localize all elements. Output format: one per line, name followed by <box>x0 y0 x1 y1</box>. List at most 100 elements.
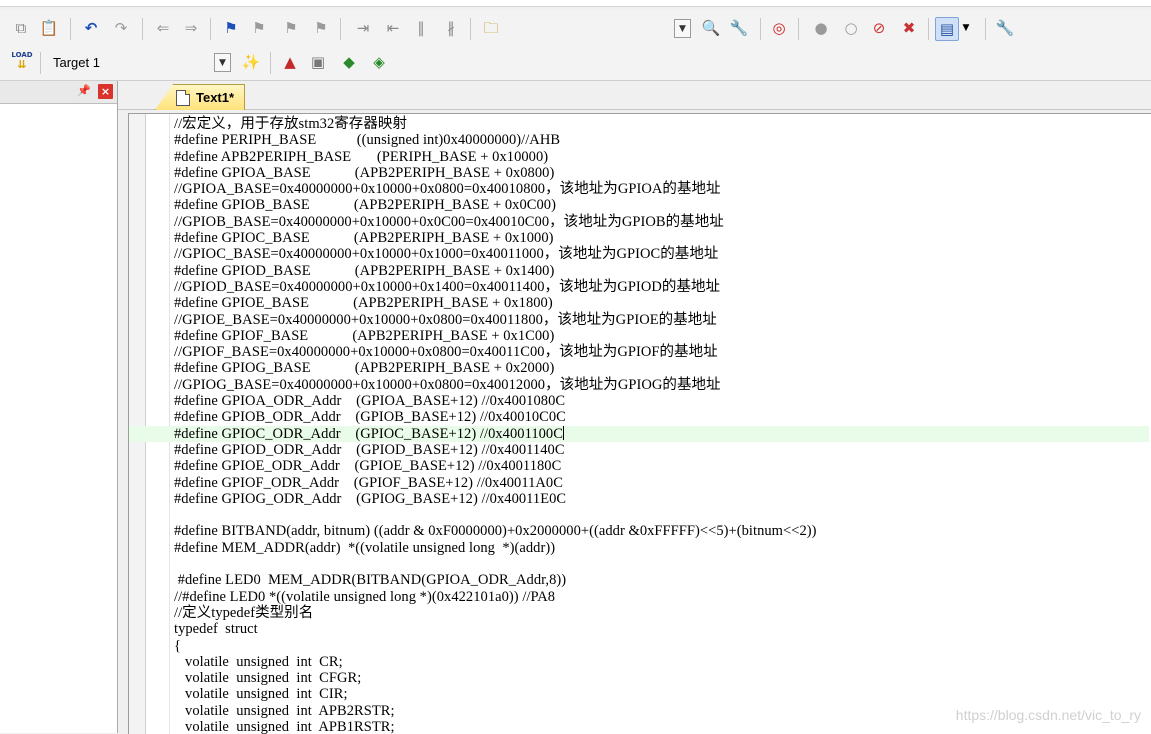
code-line[interactable]: //#define LED0 *((volatile unsigned long… <box>174 589 1149 605</box>
incremental-find-icon[interactable]: 🔧 <box>728 17 750 39</box>
navigate-back-icon[interactable]: ⇐ <box>152 17 174 39</box>
manage-components-icon[interactable]: ▲ <box>279 51 301 73</box>
navigate-forward-icon[interactable]: ⇒ <box>180 17 202 39</box>
code-line[interactable]: #define GPIOF_ODR_Addr (GPIOF_BASE+12) /… <box>174 475 1149 491</box>
code-line[interactable]: //GPIOD_BASE=0x40000000+0x10000+0x1400=0… <box>174 279 1149 295</box>
toolbar-separator <box>340 18 341 40</box>
clear-bookmarks-icon[interactable]: ⚑ <box>310 17 332 39</box>
code-line[interactable]: #define GPIOE_ODR_Addr (GPIOE_BASE+12) /… <box>174 458 1149 474</box>
file-extensions-icon[interactable]: ▣ <box>307 51 329 73</box>
code-line[interactable]: //GPIOA_BASE=0x40000000+0x10000+0x0800=0… <box>174 181 1149 197</box>
code-line[interactable]: #define GPIOB_ODR_Addr (GPIOB_BASE+12) /… <box>174 409 1149 425</box>
editor-area: Text1* //宏定义，用于存放stm32寄存器映射 #define PERIP… <box>118 81 1151 734</box>
pack-installer-icon[interactable]: ◈ <box>368 51 390 73</box>
next-bookmark-icon[interactable]: ⚑ <box>280 17 302 39</box>
project-pane-header: 📌 × <box>0 81 117 104</box>
code-line[interactable]: #define GPIOE_BASE (APB2PERIPH_BASE + 0x… <box>174 295 1149 311</box>
code-line[interactable]: //宏定义，用于存放stm32寄存器映射 <box>174 116 1149 132</box>
enable-breakpoint-icon[interactable]: ○ <box>840 17 862 39</box>
code-line[interactable]: //GPIOC_BASE=0x40000000+0x10000+0x1000=0… <box>174 246 1149 262</box>
code-line[interactable]: #define GPIOC_ODR_Addr (GPIOC_BASE+12) /… <box>129 425 1149 442</box>
unindent-icon[interactable]: ⇤ <box>382 17 404 39</box>
close-icon[interactable]: × <box>98 84 113 99</box>
code-line[interactable]: //GPIOF_BASE=0x40000000+0x10000+0x0800=0… <box>174 344 1149 360</box>
undo-icon[interactable]: ↶ <box>80 17 102 39</box>
code-line[interactable]: #define MEM_ADDR(addr) *((volatile unsig… <box>174 540 1149 556</box>
code-line[interactable]: #define GPIOG_BASE (APB2PERIPH_BASE + 0x… <box>174 360 1149 376</box>
kill-breakpoints-icon[interactable]: ✖ <box>898 17 920 39</box>
toolbar-separator <box>40 52 41 74</box>
code-line[interactable]: #define GPIOA_BASE (APB2PERIPH_BASE + 0x… <box>174 165 1149 181</box>
find-icon[interactable]: 🔍 <box>700 17 722 39</box>
toolbar-separator <box>798 18 799 40</box>
editor-tab-strip: Text1* <box>118 81 1151 110</box>
code-line[interactable]: volatile unsigned int CIR; <box>174 686 1149 702</box>
insert-breakpoint-icon[interactable]: ● <box>810 17 832 39</box>
window-top-edge <box>0 0 1151 7</box>
build-toolbar: LOAD ⇊ Target 1 ▼ ✨ ▲ ▣ ◆ ◈ <box>0 46 1151 81</box>
pin-icon[interactable]: 📌 <box>77 84 91 97</box>
code-line[interactable] <box>174 507 1149 523</box>
code-line[interactable] <box>174 556 1149 572</box>
paste-icon[interactable]: 📋 <box>38 17 60 39</box>
toolbar-separator <box>760 18 761 40</box>
redo-icon[interactable]: ↷ <box>110 17 132 39</box>
code-line[interactable]: #define GPIOB_BASE (APB2PERIPH_BASE + 0x… <box>174 197 1149 213</box>
target-options-icon[interactable]: ✨ <box>240 51 262 73</box>
breakpoint-gutter[interactable] <box>129 114 146 734</box>
code-line[interactable]: volatile unsigned int CFGR; <box>174 670 1149 686</box>
code-line[interactable]: #define BITBAND(addr, bitnum) ((addr & 0… <box>174 523 1149 539</box>
uncomment-icon[interactable]: ∦ <box>440 17 462 39</box>
debug-start-icon[interactable]: ◎ <box>768 17 790 39</box>
disable-breakpoints-icon[interactable]: ⊘ <box>868 17 890 39</box>
comment-icon[interactable]: ∥ <box>410 17 432 39</box>
project-pane: 📌 × <box>0 81 118 733</box>
load-icon[interactable]: LOAD ⇊ <box>10 51 34 75</box>
code-line[interactable]: //定义typedef类型别名 <box>174 605 1149 621</box>
find-in-files-icon[interactable]: 🗀 <box>480 17 502 39</box>
bookmark-icon[interactable]: ⚑ <box>220 17 242 39</box>
line-gutter <box>146 114 170 734</box>
watermark: https://blog.csdn.net/vic_to_ry <box>955 707 1141 723</box>
toolbar-separator <box>70 18 71 40</box>
code-line[interactable]: #define GPIOA_ODR_Addr (GPIOA_BASE+12) /… <box>174 393 1149 409</box>
tab-label: Text1* <box>196 90 235 105</box>
indent-icon[interactable]: ⇥ <box>352 17 374 39</box>
code-line[interactable]: typedef struct <box>174 621 1149 637</box>
toolbar-separator <box>928 18 929 40</box>
code-line[interactable]: //GPIOG_BASE=0x40000000+0x10000+0x0800=0… <box>174 377 1149 393</box>
document-icon <box>176 90 190 106</box>
code-line[interactable]: #define GPIOD_BASE (APB2PERIPH_BASE + 0x… <box>174 263 1149 279</box>
configure-icon[interactable]: 🔧 <box>994 17 1016 39</box>
code-line[interactable]: #define PERIPH_BASE ((unsigned int)0x400… <box>174 132 1149 148</box>
target-dropdown[interactable]: ▼ <box>214 53 231 72</box>
code-line[interactable]: #define GPIOD_ODR_Addr (GPIOD_BASE+12) /… <box>174 442 1149 458</box>
manage-run-time-icon[interactable]: ◆ <box>338 51 360 73</box>
window-layout-dropdown[interactable]: ▼ <box>960 17 972 39</box>
prev-bookmark-icon[interactable]: ⚑ <box>248 17 270 39</box>
toolbar-separator <box>210 18 211 40</box>
code-line[interactable]: #define GPIOF_BASE (APB2PERIPH_BASE + 0x… <box>174 328 1149 344</box>
code-line[interactable]: #define GPIOC_BASE (APB2PERIPH_BASE + 0x… <box>174 230 1149 246</box>
code-line[interactable]: //GPIOE_BASE=0x40000000+0x10000+0x0800=0… <box>174 312 1149 328</box>
find-combo-dropdown[interactable]: ▼ <box>674 19 691 38</box>
code-line[interactable]: #define APB2PERIPH_BASE (PERIPH_BASE + 0… <box>174 149 1149 165</box>
tab-text1[interactable]: Text1* <box>155 84 245 110</box>
code-text[interactable]: //宏定义，用于存放stm32寄存器映射 #define PERIPH_BASE … <box>129 116 1149 734</box>
code-line[interactable]: #define GPIOG_ODR_Addr (GPIOG_BASE+12) /… <box>174 491 1149 507</box>
target-select[interactable]: Target 1 <box>53 55 100 70</box>
copy-icon[interactable]: ⧉ <box>10 17 32 39</box>
load-arrows-icon: ⇊ <box>17 58 27 71</box>
toolbar-separator <box>270 52 271 74</box>
code-line[interactable]: //GPIOB_BASE=0x40000000+0x10000+0x0C00=0… <box>174 214 1149 230</box>
toolbar-separator <box>142 18 143 40</box>
toolbar-separator <box>470 18 471 40</box>
text-caret <box>562 425 564 440</box>
toolbar-separator <box>985 18 986 40</box>
main-toolbar: ⧉ 📋 ↶ ↷ ⇐ ⇒ ⚑ ⚑ ⚑ ⚑ ⇥ ⇤ ∥ ∦ 🗀 ▼ 🔍 🔧 ◎ ● … <box>0 10 1151 47</box>
code-editor[interactable]: //宏定义，用于存放stm32寄存器映射 #define PERIPH_BASE … <box>128 113 1151 734</box>
window-layout-icon[interactable]: ▤ <box>935 17 959 41</box>
code-line[interactable]: { <box>174 638 1149 654</box>
code-line[interactable]: volatile unsigned int CR; <box>174 654 1149 670</box>
code-line[interactable]: #define LED0 MEM_ADDR(BITBAND(GPIOA_ODR_… <box>174 572 1149 588</box>
